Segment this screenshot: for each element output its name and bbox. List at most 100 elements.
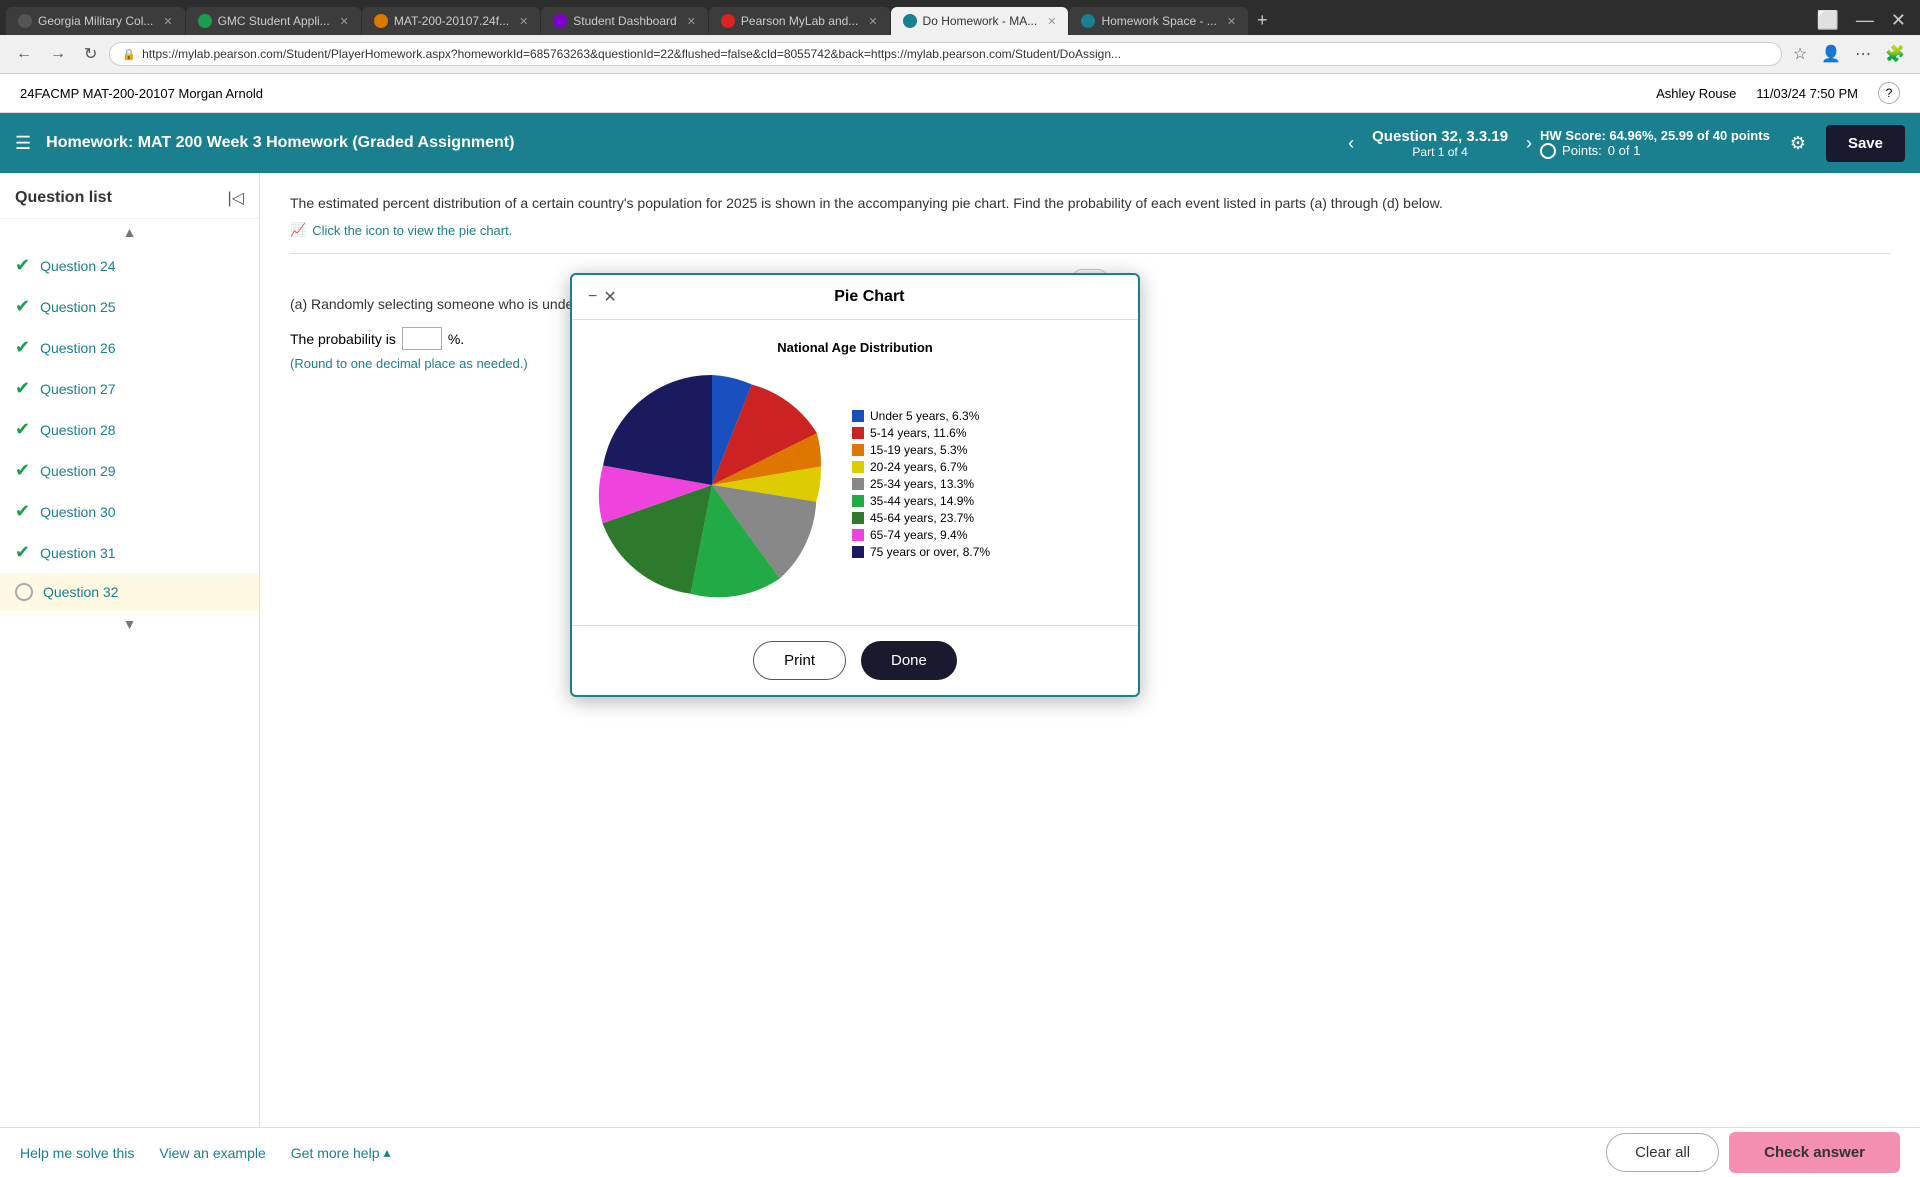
sidebar-label-q29: Question 29 — [40, 463, 116, 479]
homework-label: Homework: — [46, 134, 133, 151]
tab-2[interactable]: GMC Student Appli... ✕ — [186, 7, 361, 35]
check-answer-button[interactable]: Check answer — [1729, 1132, 1900, 1173]
tab-label-5: Pearson MyLab and... — [741, 14, 858, 28]
help-button-top[interactable]: ? — [1878, 82, 1900, 104]
sidebar-collapse-button[interactable]: |◁ — [228, 188, 244, 208]
question-part: Part 1 of 4 — [1372, 145, 1508, 159]
tab-close-5[interactable]: ✕ — [868, 15, 877, 28]
tab-close-7[interactable]: ✕ — [1227, 15, 1236, 28]
legend-color-75plus — [852, 546, 864, 558]
minimize-window-button[interactable]: — — [1848, 6, 1882, 35]
legend-item-5-14: 5-14 years, 11.6% — [852, 426, 990, 440]
get-more-help-button[interactable]: Get more help ▴ — [291, 1144, 391, 1161]
nav-right: HW Score: 64.96%, 25.99 of 40 points Poi… — [1540, 125, 1905, 162]
sidebar-item-q29[interactable]: ✔ Question 29 — [0, 450, 259, 491]
sidebar-item-q31[interactable]: ✔ Question 31 — [0, 532, 259, 573]
tab-label-7: Homework Space - ... — [1101, 14, 1216, 28]
new-tab-button[interactable]: + — [1249, 6, 1276, 35]
help-me-solve-button[interactable]: Help me solve this — [20, 1145, 134, 1161]
tab-window-controls[interactable]: ⬜ — [1808, 6, 1846, 35]
tab-close-4[interactable]: ✕ — [687, 15, 696, 28]
chart-link[interactable]: 📈 Click the icon to view the pie chart. — [290, 222, 1890, 238]
hamburger-icon[interactable]: ☰ — [15, 133, 31, 154]
datetime: 11/03/24 7:50 PM — [1756, 86, 1858, 101]
points-row: Points: 0 of 1 — [1540, 143, 1770, 159]
sidebar-label-q25: Question 25 — [40, 299, 116, 315]
sidebar-item-q27[interactable]: ✔ Question 27 — [0, 368, 259, 409]
sidebar-label-q27: Question 27 — [40, 381, 116, 397]
check-icon-q28: ✔ — [15, 419, 30, 440]
tab-favicon-5 — [721, 14, 735, 28]
user-name: Ashley Rouse — [1656, 86, 1736, 101]
forward-button[interactable]: → — [44, 42, 72, 66]
legend-label-35-44: 35-44 years, 14.9% — [870, 494, 974, 508]
tab-favicon-1 — [18, 14, 32, 28]
homework-title-area: Homework: MAT 200 Week 3 Homework (Grade… — [46, 134, 1340, 152]
scroll-down-button[interactable]: ▼ — [123, 616, 137, 632]
tab-4[interactable]: Student Dashboard ✕ — [541, 7, 708, 35]
sidebar-title: Question list — [15, 189, 112, 207]
tab-favicon-3 — [374, 14, 388, 28]
sidebar-item-q25[interactable]: ✔ Question 25 — [0, 286, 259, 327]
sidebar-item-q28[interactable]: ✔ Question 28 — [0, 409, 259, 450]
legend-label-15-19: 15-19 years, 5.3% — [870, 443, 967, 457]
content-area: The estimated percent distribution of a … — [260, 173, 1920, 1127]
sidebar-item-q26[interactable]: ✔ Question 26 — [0, 327, 259, 368]
tab-label-1: Georgia Military Col... — [38, 14, 153, 28]
legend-item-under5: Under 5 years, 6.3% — [852, 409, 990, 423]
browser-toolbar: ← → ↻ 🔒 https://mylab.pearson.com/Studen… — [0, 35, 1920, 74]
tab-3[interactable]: MAT-200-20107.24f... ✕ — [362, 7, 540, 35]
pie-modal-body: National Age Distribution — [572, 320, 1138, 625]
view-example-button[interactable]: View an example — [159, 1145, 265, 1161]
modal-minimize-button[interactable]: − — [588, 287, 597, 307]
points-label: Points: — [1562, 143, 1602, 158]
done-button[interactable]: Done — [861, 641, 957, 680]
save-button[interactable]: Save — [1826, 125, 1905, 162]
tab-close-1[interactable]: ✕ — [163, 15, 172, 28]
legend-label-5-14: 5-14 years, 11.6% — [870, 426, 967, 440]
pie-chart-container: National Age Distribution — [592, 340, 1118, 605]
sidebar-label-q24: Question 24 — [40, 258, 116, 274]
question-navigation: ‹ Question 32, 3.3.19 Part 1 of 4 › — [1340, 128, 1540, 159]
settings-icon[interactable]: ⚙ — [1790, 133, 1806, 154]
sidebar-label-q30: Question 30 — [40, 504, 116, 520]
modal-close-button[interactable]: ✕ — [603, 287, 616, 307]
tab-7[interactable]: Homework Space - ... ✕ — [1069, 7, 1248, 35]
sidebar-label-q32: Question 32 — [43, 584, 119, 600]
clear-all-button[interactable]: Clear all — [1606, 1133, 1719, 1172]
reload-button[interactable]: ↻ — [78, 41, 103, 67]
tab-close-6[interactable]: ✕ — [1047, 15, 1056, 28]
legend-label-75plus: 75 years or over, 8.7% — [870, 545, 990, 559]
tab-5[interactable]: Pearson MyLab and... ✕ — [709, 7, 890, 35]
pie-chart-title: National Age Distribution — [592, 340, 1118, 355]
tab-close-3[interactable]: ✕ — [519, 15, 528, 28]
url-text: https://mylab.pearson.com/Student/Player… — [142, 47, 1769, 61]
sidebar-item-q24[interactable]: ✔ Question 24 — [0, 245, 259, 286]
address-bar[interactable]: 🔒 https://mylab.pearson.com/Student/Play… — [109, 42, 1781, 66]
prev-question-button[interactable]: ‹ — [1340, 129, 1362, 158]
print-button[interactable]: Print — [753, 641, 846, 680]
lock-icon: 🔒 — [122, 48, 136, 61]
chart-link-icon: 📈 — [290, 222, 306, 238]
more-button[interactable]: ⋯ — [1850, 41, 1876, 67]
extensions-button[interactable]: 🧩 — [1880, 41, 1910, 67]
next-question-button[interactable]: › — [1518, 129, 1540, 158]
profile-button[interactable]: 👤 — [1816, 41, 1846, 67]
sidebar-item-q30[interactable]: ✔ Question 30 — [0, 491, 259, 532]
bottom-left: Help me solve this View an example Get m… — [20, 1144, 391, 1161]
close-window-button[interactable]: ✕ — [1883, 6, 1914, 35]
tab-1[interactable]: Georgia Military Col... ✕ — [6, 7, 185, 35]
probability-input[interactable] — [402, 327, 442, 350]
tab-favicon-4 — [553, 14, 567, 28]
tab-6[interactable]: Do Homework - MA... ✕ — [891, 7, 1069, 35]
modal-window-buttons: − ✕ — [588, 287, 617, 307]
pie-chart-modal: − ✕ Pie Chart National Age Distribution — [570, 273, 1140, 697]
sidebar-item-q32[interactable]: Question 32 — [0, 573, 259, 611]
scroll-up-button[interactable]: ▲ — [123, 224, 137, 240]
back-button[interactable]: ← — [10, 42, 38, 66]
tab-close-2[interactable]: ✕ — [340, 15, 349, 28]
points-circle-icon — [1540, 143, 1556, 159]
toolbar-actions: ☆ 👤 ⋯ 🧩 — [1788, 41, 1910, 67]
legend-label-25-34: 25-34 years, 13.3% — [870, 477, 974, 491]
bookmark-button[interactable]: ☆ — [1788, 41, 1812, 67]
